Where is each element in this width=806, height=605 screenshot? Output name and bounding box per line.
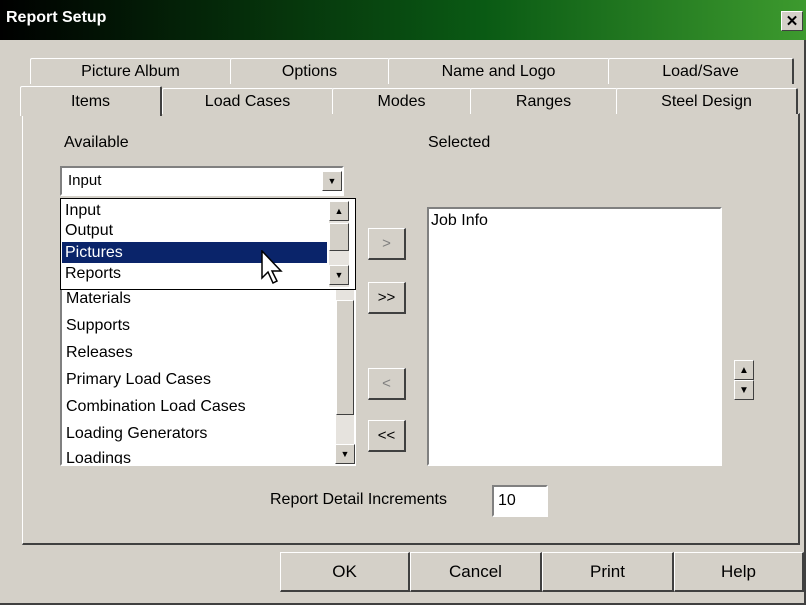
combo-dropdown-list[interactable]: Input Output Pictures Reports ▲ ▼ <box>60 198 356 290</box>
move-up-button[interactable]: ▲ <box>734 360 754 380</box>
list-item[interactable]: Materials <box>66 290 131 308</box>
increments-input[interactable]: 10 <box>492 485 548 517</box>
dropdown-option[interactable]: Input <box>62 200 327 221</box>
remove-button[interactable]: < <box>368 368 406 400</box>
close-icon: ✕ <box>785 13 799 30</box>
add-button[interactable]: > <box>368 228 406 260</box>
tab-load-save[interactable]: Load/Save <box>608 58 794 84</box>
combo-value: Input <box>68 172 102 189</box>
selected-label: Selected <box>428 134 491 151</box>
list-item[interactable]: Primary Load Cases <box>66 371 211 389</box>
tab-options[interactable]: Options <box>230 58 390 84</box>
list-item[interactable]: Releases <box>66 344 133 362</box>
cancel-button[interactable]: Cancel <box>410 552 542 592</box>
scroll-down-button[interactable]: ▼ <box>335 444 355 464</box>
help-button[interactable]: Help <box>674 552 804 592</box>
list-item[interactable]: Loadings <box>66 450 131 464</box>
available-label: Available <box>64 134 129 151</box>
arrow-down-icon: ▼ <box>739 384 749 396</box>
scroll-down-button[interactable]: ▼ <box>329 265 349 285</box>
list-item[interactable]: Supports <box>66 317 130 335</box>
list-item[interactable]: Job Info <box>431 212 488 230</box>
dropdown-option[interactable]: Reports <box>62 263 327 284</box>
scroll-thumb[interactable] <box>329 223 349 251</box>
dropdown-scrollbar[interactable]: ▲ ▼ <box>329 201 349 287</box>
available-category-combo[interactable]: Input ▼ <box>60 166 344 196</box>
dropdown-option[interactable]: Output <box>62 220 327 241</box>
combo-dropdown-button[interactable]: ▼ <box>322 171 342 191</box>
arrow-up-icon: ▲ <box>739 364 749 376</box>
scroll-thumb[interactable] <box>336 300 354 415</box>
close-button[interactable]: ✕ <box>781 11 803 31</box>
move-down-button[interactable]: ▼ <box>734 380 754 400</box>
remove-all-button[interactable]: << <box>368 420 406 452</box>
window-title: Report Setup <box>6 9 107 26</box>
ok-button[interactable]: OK <box>280 552 410 592</box>
mouse-cursor-icon <box>261 250 283 285</box>
scroll-up-button[interactable]: ▲ <box>329 201 349 221</box>
tab-items[interactable]: Items <box>20 86 162 116</box>
arrow-up-icon: ▲ <box>334 206 344 216</box>
list-item[interactable]: Loading Generators <box>66 425 207 443</box>
tab-steel-design[interactable]: Steel Design <box>616 88 798 114</box>
tab-modes[interactable]: Modes <box>332 88 472 114</box>
add-all-button[interactable]: >> <box>368 282 406 314</box>
dropdown-option-selected[interactable]: Pictures <box>62 242 327 263</box>
tab-ranges[interactable]: Ranges <box>470 88 618 114</box>
selected-list[interactable]: Job Info <box>427 207 722 466</box>
arrow-down-icon: ▼ <box>340 449 350 459</box>
title-bar <box>0 0 806 40</box>
increments-value: 10 <box>498 492 516 509</box>
increments-label: Report Detail Increments <box>270 491 447 508</box>
list-item[interactable]: Combination Load Cases <box>66 398 246 416</box>
chevron-down-icon: ▼ <box>327 176 337 186</box>
print-button[interactable]: Print <box>542 552 674 592</box>
tab-load-cases[interactable]: Load Cases <box>162 88 334 114</box>
tab-picture-album[interactable]: Picture Album <box>30 58 232 84</box>
arrow-down-icon: ▼ <box>334 270 344 280</box>
tab-name-and-logo[interactable]: Name and Logo <box>388 58 610 84</box>
